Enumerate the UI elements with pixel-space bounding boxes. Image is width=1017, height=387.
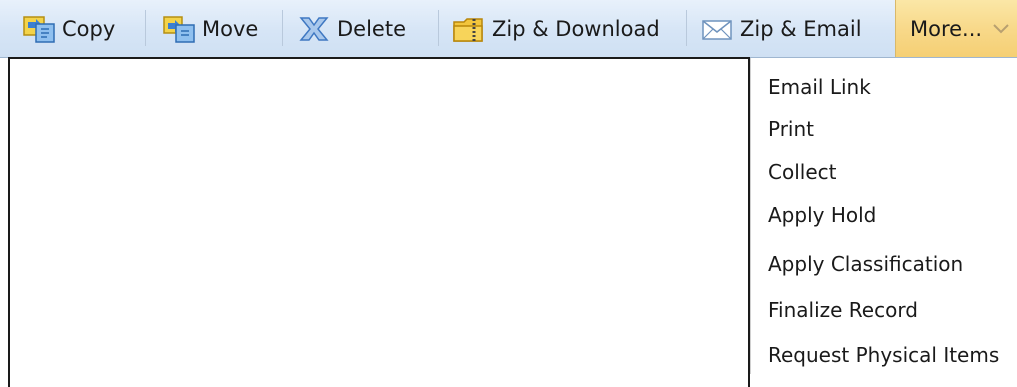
more-label: More... [910, 16, 983, 41]
zip-folder-icon [452, 14, 486, 44]
menu-item-finalize-record[interactable]: Finalize Record [768, 295, 918, 325]
menu-item-print[interactable]: Print [768, 114, 814, 144]
menu-item-apply-classification[interactable]: Apply Classification [768, 249, 963, 279]
copy-label: Copy [62, 16, 116, 41]
move-label: Move [202, 16, 259, 41]
delete-label: Delete [337, 16, 406, 41]
more-button[interactable]: More... [895, 0, 1017, 57]
zip-email-button[interactable]: Zip & Email [700, 0, 862, 57]
chevron-down-icon [992, 23, 1010, 35]
delete-button[interactable]: Delete [297, 0, 406, 57]
more-dropdown-menu: Email Link Print Collect Apply Hold Appl… [750, 58, 1017, 374]
envelope-icon [700, 14, 734, 44]
copy-icon [22, 14, 56, 44]
delete-icon [297, 14, 331, 44]
menu-item-email-link[interactable]: Email Link [768, 72, 871, 102]
zip-download-button[interactable]: Zip & Download [452, 0, 660, 57]
menu-item-collect[interactable]: Collect [768, 157, 836, 187]
move-icon [162, 14, 196, 44]
menu-item-apply-hold[interactable]: Apply Hold [768, 200, 876, 230]
toolbar-separator [686, 10, 687, 46]
zip-email-label: Zip & Email [740, 16, 862, 41]
copy-button[interactable]: Copy [22, 0, 115, 57]
toolbar-separator [282, 10, 283, 46]
toolbar-separator [145, 10, 146, 46]
content-panel [8, 57, 750, 387]
menu-item-request-physical-items[interactable]: Request Physical Items [768, 340, 999, 370]
action-toolbar: Copy Move Delete Zip & Download Zip & Em… [0, 0, 1017, 58]
toolbar-separator [438, 10, 439, 46]
zip-download-label: Zip & Download [492, 16, 660, 41]
move-button[interactable]: Move [162, 0, 258, 57]
